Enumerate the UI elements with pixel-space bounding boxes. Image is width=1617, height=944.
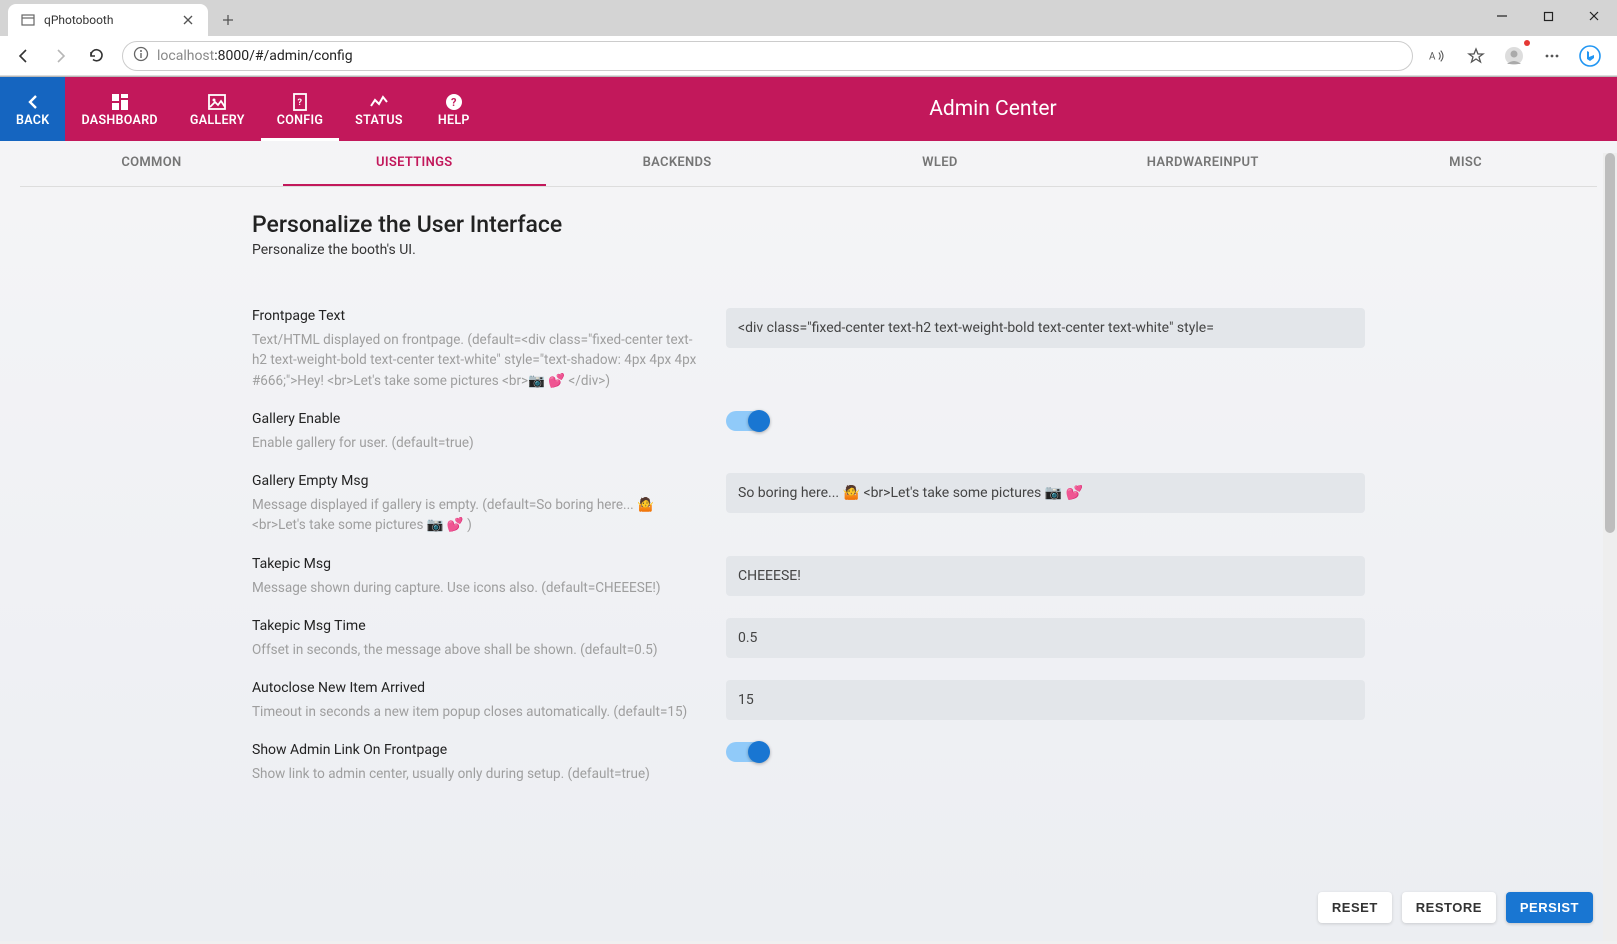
- autoclose-input[interactable]: [726, 680, 1365, 720]
- nav-config[interactable]: ? CONFIG: [261, 77, 339, 141]
- favorites-icon[interactable]: [1461, 41, 1491, 71]
- field-autoclose: Autoclose New Item Arrived Timeout in se…: [20, 670, 1597, 732]
- nav-dashboard-label: DASHBOARD: [81, 113, 157, 128]
- nav-gallery[interactable]: GALLERY: [174, 77, 261, 141]
- nav-help-label: HELP: [438, 113, 470, 128]
- tab-backends[interactable]: BACKENDS: [546, 141, 809, 186]
- takepic-msg-label: Takepic Msg: [252, 556, 702, 572]
- browser-tab-bar: qPhotobooth: [0, 0, 1617, 36]
- takepic-msg-time-label: Takepic Msg Time: [252, 618, 702, 634]
- show-admin-link-label: Show Admin Link On Frontpage: [252, 742, 702, 758]
- nav-config-label: CONFIG: [277, 113, 323, 128]
- svg-text:?: ?: [297, 98, 302, 108]
- window-minimize-button[interactable]: [1479, 0, 1525, 32]
- reset-button[interactable]: RESET: [1318, 892, 1392, 923]
- nav-back[interactable]: BACK: [0, 77, 65, 141]
- persist-button[interactable]: PERSIST: [1506, 892, 1593, 923]
- nav-gallery-label: GALLERY: [190, 113, 245, 128]
- frontpage-text-input[interactable]: [726, 308, 1365, 348]
- browser-refresh-button[interactable]: [80, 40, 112, 72]
- browser-back-button[interactable]: [8, 40, 40, 72]
- browser-forward-button[interactable]: [44, 40, 76, 72]
- scrollbar-track[interactable]: [1603, 153, 1617, 941]
- field-show-admin-link: Show Admin Link On Frontpage Show link t…: [20, 732, 1597, 794]
- nav-back-label: BACK: [16, 113, 49, 128]
- app-window-icon: [20, 12, 36, 28]
- app-header: BACK DASHBOARD GALLERY ? CONFIG STATUS ?…: [0, 77, 1617, 141]
- config-tabs: COMMON UISETTINGS BACKENDS WLED HARDWARE…: [20, 141, 1597, 187]
- nav-status[interactable]: STATUS: [339, 77, 419, 141]
- window-maximize-button[interactable]: [1525, 0, 1571, 32]
- close-icon[interactable]: [180, 12, 196, 28]
- nav-help[interactable]: ? HELP: [419, 77, 489, 141]
- document-question-icon: ?: [291, 91, 309, 113]
- new-tab-button[interactable]: [214, 6, 242, 34]
- frontpage-text-label: Frontpage Text: [252, 308, 702, 324]
- footer-actions: RESET RESTORE PERSIST: [1318, 892, 1593, 923]
- field-gallery-enable: Gallery Enable Enable gallery for user. …: [20, 401, 1597, 463]
- gallery-enable-label: Gallery Enable: [252, 411, 702, 427]
- window-close-button[interactable]: [1571, 0, 1617, 32]
- gallery-enable-toggle[interactable]: [726, 411, 766, 431]
- field-takepic-msg-time: Takepic Msg Time Offset in seconds, the …: [20, 608, 1597, 670]
- gallery-enable-help: Enable gallery for user. (default=true): [252, 433, 702, 453]
- app-viewport: BACK DASHBOARD GALLERY ? CONFIG STATUS ?…: [0, 77, 1617, 941]
- field-takepic-msg: Takepic Msg Message shown during capture…: [20, 546, 1597, 608]
- takepic-msg-time-help: Offset in seconds, the message above sha…: [252, 640, 702, 660]
- profile-icon[interactable]: [1499, 41, 1529, 71]
- read-aloud-icon[interactable]: A: [1423, 41, 1453, 71]
- autoclose-help: Timeout in seconds a new item popup clos…: [252, 702, 702, 722]
- address-bar[interactable]: localhost:8000/#/admin/config: [122, 41, 1413, 71]
- browser-tab[interactable]: qPhotobooth: [8, 4, 208, 36]
- nav-status-label: STATUS: [355, 113, 403, 128]
- dashboard-icon: [111, 91, 129, 113]
- browser-chrome: qPhotobooth localhost:8000/#/admin/confi…: [0, 0, 1617, 77]
- show-admin-link-help: Show link to admin center, usually only …: [252, 764, 702, 784]
- chart-line-icon: [369, 91, 389, 113]
- restore-button[interactable]: RESTORE: [1402, 892, 1496, 923]
- tab-uisettings[interactable]: UISETTINGS: [283, 141, 546, 186]
- window-controls: [1479, 0, 1617, 32]
- frontpage-text-help: Text/HTML displayed on frontpage. (defau…: [252, 330, 702, 391]
- gallery-empty-msg-input[interactable]: [726, 473, 1365, 513]
- more-icon[interactable]: [1537, 41, 1567, 71]
- svg-text:?: ?: [451, 96, 457, 109]
- site-info-icon[interactable]: [133, 46, 149, 66]
- tab-wled[interactable]: WLED: [808, 141, 1071, 186]
- svg-text:A: A: [1429, 51, 1436, 62]
- takepic-msg-input[interactable]: [726, 556, 1365, 596]
- scrollbar-thumb[interactable]: [1605, 153, 1615, 533]
- takepic-msg-time-input[interactable]: [726, 618, 1365, 658]
- tab-common[interactable]: COMMON: [20, 141, 283, 186]
- section-title: Personalize the User Interface: [20, 211, 1597, 238]
- gallery-empty-msg-help: Message displayed if gallery is empty. (…: [252, 495, 702, 536]
- gallery-empty-msg-label: Gallery Empty Msg: [252, 473, 702, 489]
- browser-tab-title: qPhotobooth: [44, 13, 172, 27]
- field-gallery-empty-msg: Gallery Empty Msg Message displayed if g…: [20, 463, 1597, 546]
- field-frontpage-text: Frontpage Text Text/HTML displayed on fr…: [20, 298, 1597, 401]
- image-icon: [208, 91, 226, 113]
- content-area: Personalize the User Interface Personali…: [20, 187, 1597, 939]
- chevron-left-icon: [23, 91, 43, 113]
- browser-nav-bar: localhost:8000/#/admin/config A: [0, 36, 1617, 76]
- autoclose-label: Autoclose New Item Arrived: [252, 680, 702, 696]
- takepic-msg-help: Message shown during capture. Use icons …: [252, 578, 702, 598]
- help-circle-icon: ?: [445, 91, 463, 113]
- tab-hardwareinput[interactable]: HARDWAREINPUT: [1071, 141, 1334, 186]
- url-text: localhost:8000/#/admin/config: [157, 48, 353, 64]
- section-subtitle: Personalize the booth's UI.: [20, 242, 1597, 258]
- tab-misc[interactable]: MISC: [1334, 141, 1597, 186]
- bing-icon[interactable]: [1575, 41, 1605, 71]
- page-title: Admin Center: [489, 77, 1617, 141]
- nav-dashboard[interactable]: DASHBOARD: [65, 77, 173, 141]
- show-admin-link-toggle[interactable]: [726, 742, 766, 762]
